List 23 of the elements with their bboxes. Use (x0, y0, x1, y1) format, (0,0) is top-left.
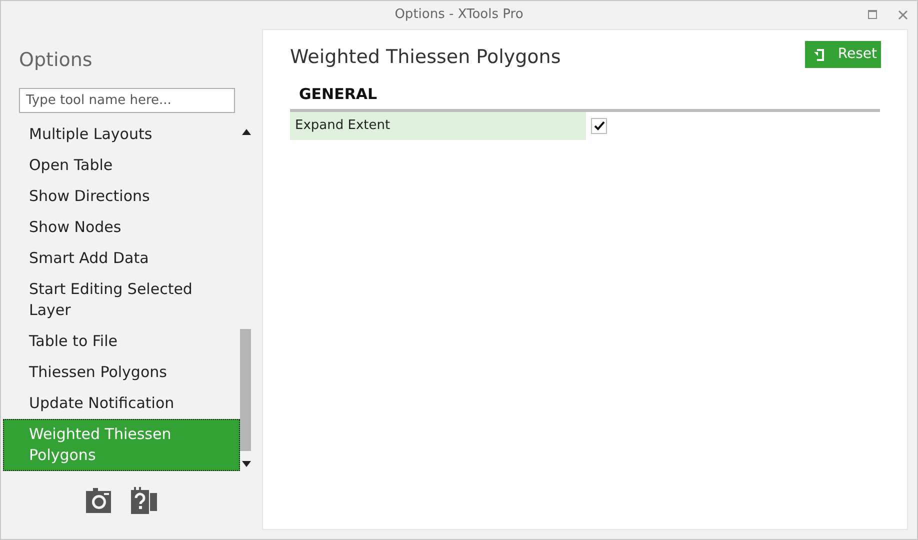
tool-list-item[interactable]: Table to File (3, 326, 240, 357)
tool-list-item[interactable]: Start Editing Selected Layer (3, 274, 240, 326)
checkbox[interactable] (591, 118, 607, 134)
camera-icon[interactable] (85, 487, 113, 514)
tool-list-item[interactable]: Multiple Layouts (3, 119, 240, 150)
scrollbar-thumb[interactable] (240, 329, 251, 451)
tool-list-item[interactable]: Smart Add Data (3, 243, 240, 274)
tool-list-item[interactable]: Open Table (3, 150, 240, 181)
tool-list-item[interactable]: Thiessen Polygons (3, 357, 240, 388)
maximize-icon[interactable] (868, 10, 877, 19)
tool-list-item[interactable]: Show Nodes (3, 212, 240, 243)
tool-list-item[interactable]: Update Notification (3, 388, 240, 419)
reset-icon (814, 48, 824, 60)
search-field[interactable]: Type tool name here... (19, 88, 235, 113)
scroll-down-icon[interactable] (242, 461, 250, 467)
sidebar-title: Options (19, 48, 94, 72)
tool-list-item[interactable]: Show Directions (3, 181, 240, 212)
close-icon[interactable] (898, 10, 908, 20)
window-title: Options - XTools Pro (394, 6, 524, 24)
panel-title: Weighted Thiessen Polygons (290, 45, 561, 70)
scroll-up-icon[interactable] (242, 129, 250, 135)
help-notebook-icon[interactable] (131, 487, 158, 514)
option-label: Expand Extent (290, 112, 586, 140)
